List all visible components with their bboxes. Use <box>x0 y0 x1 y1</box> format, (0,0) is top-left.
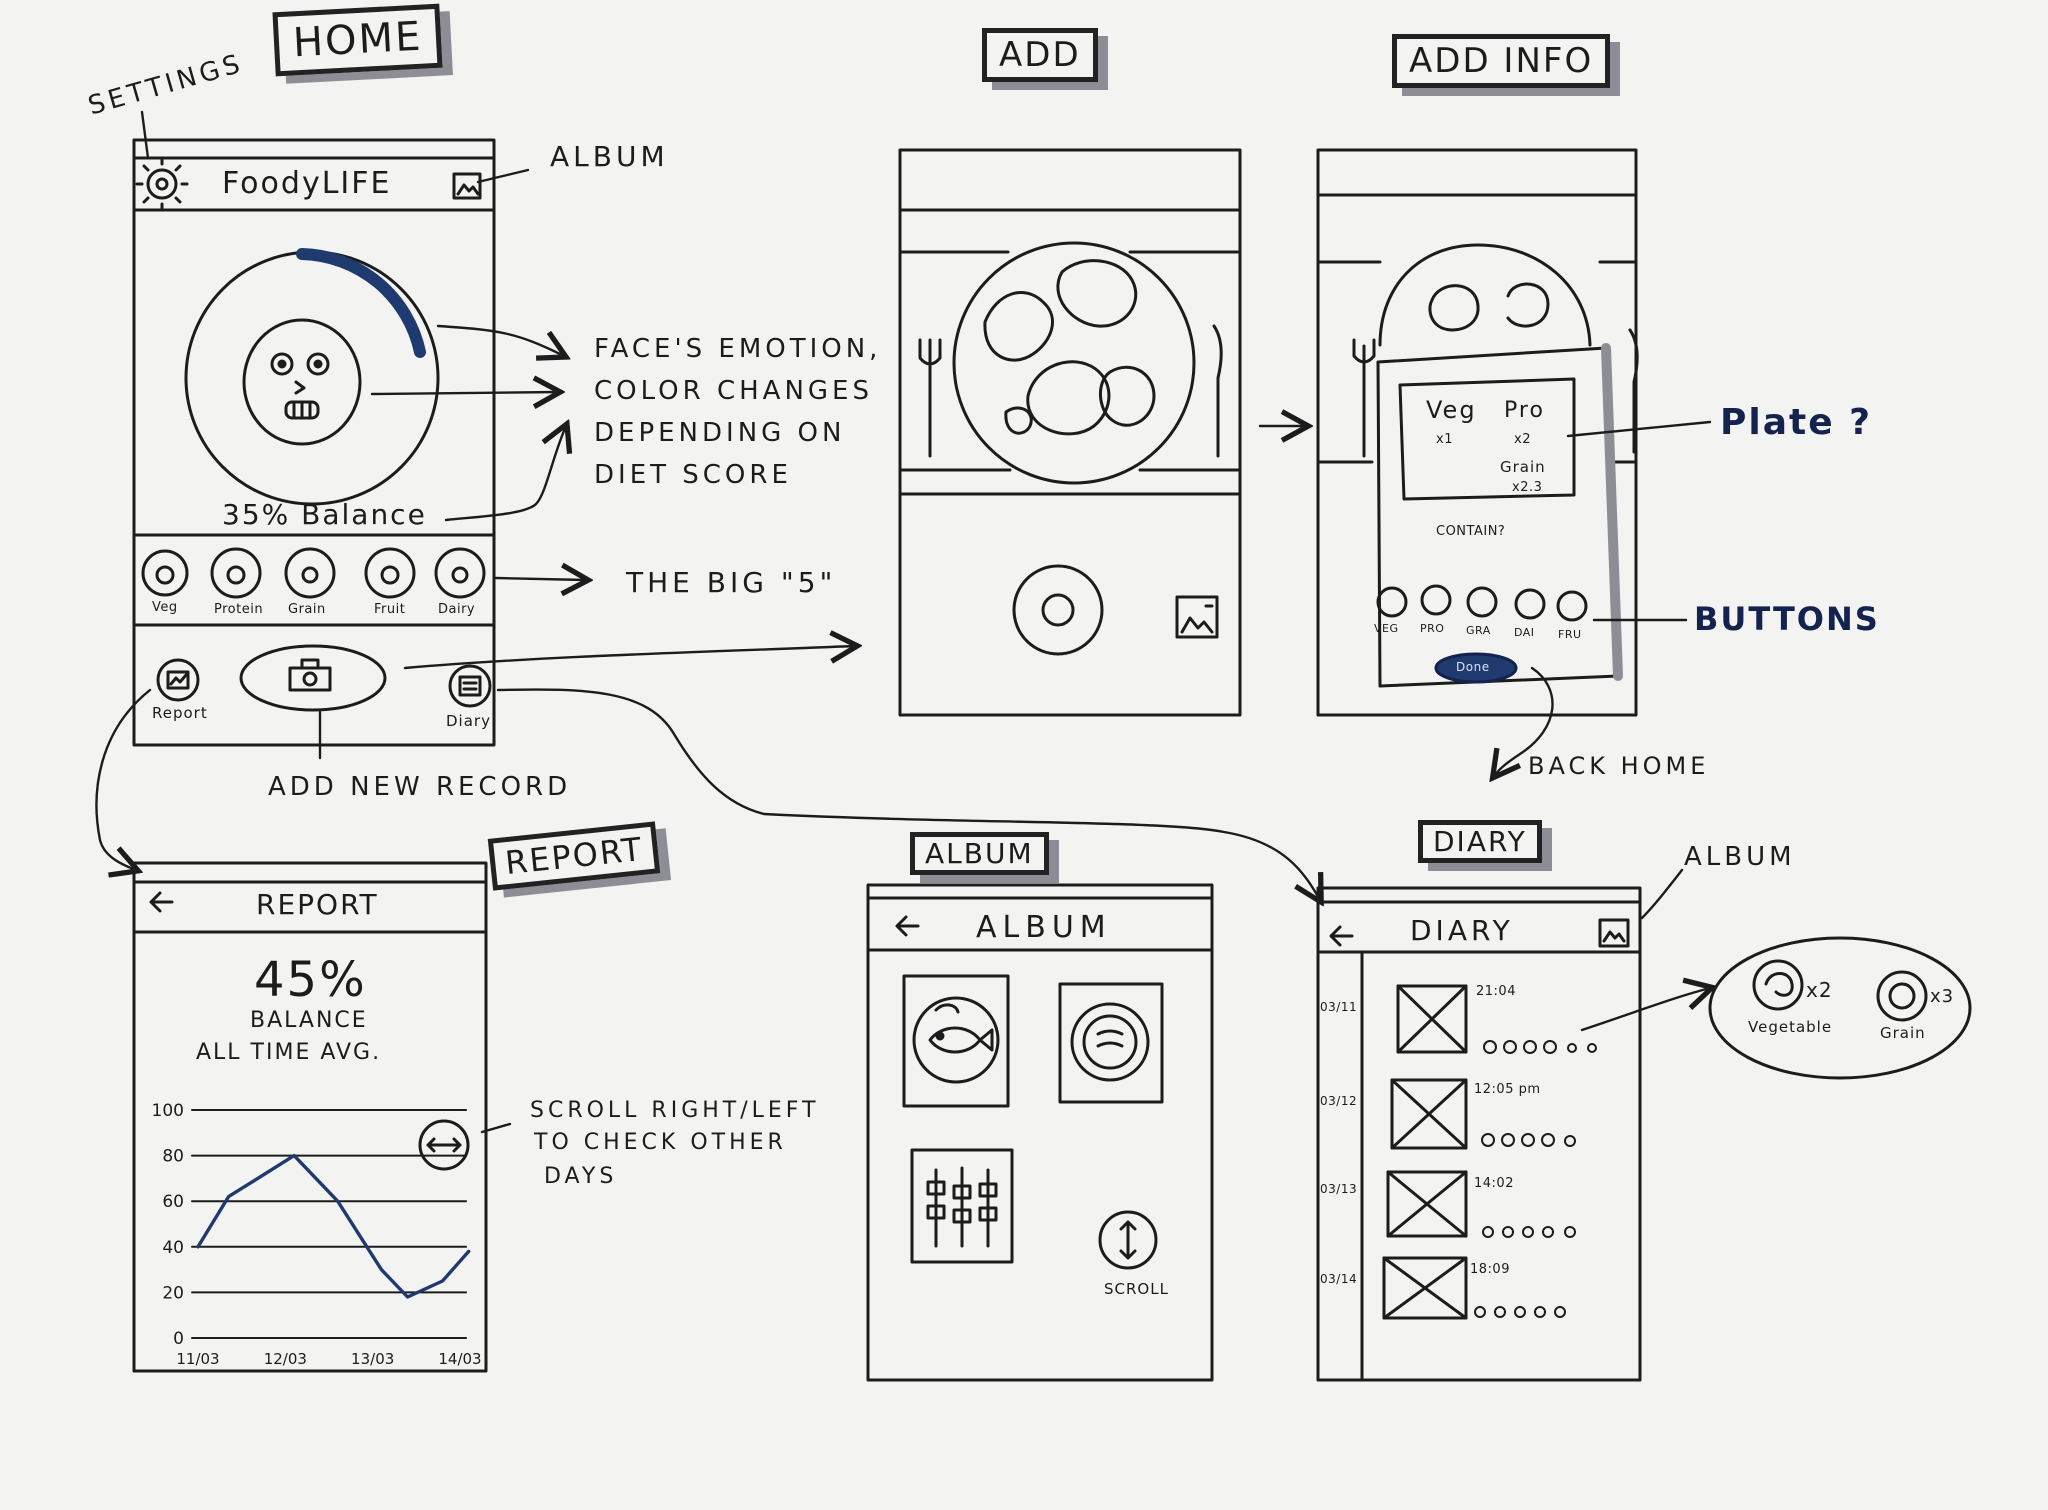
balance-label: 35% Balance <box>222 498 427 531</box>
album-photo-fish[interactable] <box>902 974 1010 1108</box>
food-group-label-veg: Veg <box>152 600 178 615</box>
chart-x-tick-label: 14/03 <box>438 1350 481 1368</box>
chart-series-line <box>196 1153 471 1299</box>
report-percent: 45% <box>254 952 367 1008</box>
add-info-title-tag: ADD INFO <box>1392 34 1611 88</box>
scroll-annotation-line-3: DAYS <box>544 1164 618 1189</box>
home-title-tag: HOME <box>272 3 443 77</box>
popup-contain-label: CONTAIN? <box>1436 524 1506 539</box>
diary-album-icon[interactable] <box>1598 918 1630 948</box>
detail-grain-count: x3 <box>1930 986 1955 1007</box>
chart-y-tick-label: 60 <box>162 1192 184 1212</box>
buttons-annotation: BUTTONS <box>1694 600 1880 638</box>
gallery-icon[interactable] <box>1175 595 1219 639</box>
popup-button-label-fru: FRU <box>1558 628 1582 641</box>
diary-title-tag: DIARY <box>1418 820 1542 863</box>
popup-button-label-pro: PRO <box>1420 622 1445 635</box>
popup-veg-label: Veg <box>1426 396 1477 424</box>
diary-entry-date: 03/13 <box>1320 1182 1358 1196</box>
chart-x-tick-label: 12/03 <box>264 1350 307 1368</box>
face-icon <box>242 318 362 446</box>
report-screen-title: REPORT <box>256 888 379 921</box>
wireframe-drawing: 0 20 40 60 80 100 11/03 12/03 13/03 14/03 <box>95 110 1972 1382</box>
diary-detail-bubble <box>1708 936 1972 1080</box>
diary-screen-title: DIARY <box>1410 914 1514 947</box>
album-annotation: ALBUM <box>550 140 669 173</box>
emotion-annotation-line-3: DEPENDING ON <box>594 418 846 448</box>
diary-entry-time: 12:05 pm <box>1474 1082 1541 1097</box>
app-title: FoodyLIFE <box>222 166 392 201</box>
report-nav-icon[interactable] <box>156 658 200 702</box>
popup-button-label-dai: DAI <box>1514 626 1535 639</box>
emotion-annotation-line-1: FACE'S EMOTION, <box>594 334 882 364</box>
emotion-annotation-line-2: COLOR CHANGES <box>594 376 873 406</box>
chart-y-tick-label: 100 <box>152 1101 184 1121</box>
settings-gear-icon[interactable] <box>135 157 189 211</box>
album-title-tag: ALBUM <box>910 832 1049 875</box>
chart-y-tick-label: 40 <box>162 1238 184 1258</box>
report-balance-label: BALANCE <box>250 1008 368 1033</box>
report-screen-frame <box>132 861 488 1373</box>
diary-entry-time: 21:04 <box>1476 984 1516 999</box>
chart-y-tick-label: 80 <box>162 1147 184 1167</box>
detail-grain-label: Grain <box>1880 1024 1926 1042</box>
chart-y-tick-label: 20 <box>162 1283 184 1303</box>
diary-nav-icon[interactable] <box>448 664 492 708</box>
big-five-annotation: THE BIG "5" <box>626 566 837 599</box>
diary-entry-thumbnails[interactable] <box>1382 984 1468 1320</box>
knife-icon <box>1212 324 1223 458</box>
popup-button-label-gra: GRA <box>1466 624 1491 637</box>
wireframe-sheet: 0 20 40 60 80 100 11/03 12/03 13/03 14/03 <box>0 0 2048 1510</box>
back-home-annotation: BACK HOME <box>1528 752 1710 780</box>
album-screen-frame <box>866 883 1214 1382</box>
report-avg-label: ALL TIME AVG. <box>196 1040 382 1065</box>
info-popup <box>1376 343 1623 688</box>
diary-entry-date: 03/12 <box>1320 1094 1358 1108</box>
fork-icon <box>918 338 942 458</box>
add-record-button[interactable] <box>239 644 387 712</box>
scroll-annotation-line-1: SCROLL RIGHT/LEFT <box>530 1098 820 1123</box>
album-photo-bowl[interactable] <box>1058 982 1164 1104</box>
scroll-updown-icon[interactable] <box>1098 1210 1158 1270</box>
diary-entry-date: 03/14 <box>1320 1272 1358 1286</box>
diary-album-annotation: ALBUM <box>1684 842 1796 872</box>
diary-entry-date: 03/11 <box>1320 1000 1358 1014</box>
done-button-label[interactable]: Done <box>1456 660 1490 674</box>
add-record-annotation: ADD NEW RECORD <box>268 772 572 802</box>
popup-pro-label: Pro <box>1504 398 1545 423</box>
popup-grain-label: Grain <box>1500 458 1546 476</box>
emotion-annotation-line-4: DIET SCORE <box>594 460 792 490</box>
food-group-label-dairy: Dairy <box>438 602 476 617</box>
popup-veg-count: x1 <box>1436 432 1453 447</box>
album-scroll-label: SCROLL <box>1104 1280 1169 1298</box>
chart-x-tick-label: 11/03 <box>176 1350 219 1368</box>
popup-button-label-veg: VEG <box>1374 622 1399 635</box>
food-group-label-grain: Grain <box>288 602 326 617</box>
food-group-buttons[interactable] <box>141 547 486 599</box>
food-group-label-fruit: Fruit <box>374 602 406 617</box>
scroll-arrows-icon[interactable] <box>418 1119 470 1171</box>
food-group-label-protein: Protein <box>214 602 264 617</box>
album-photo-skewers[interactable] <box>910 1148 1014 1264</box>
chart-y-tick-label: 0 <box>173 1329 184 1349</box>
album-icon[interactable] <box>452 172 482 200</box>
shutter-button[interactable] <box>1012 564 1104 656</box>
album-screen-title: ALBUM <box>976 910 1112 945</box>
diary-nav-label[interactable]: Diary <box>446 712 491 730</box>
balance-gauge <box>184 248 440 506</box>
report-nav-label[interactable]: Report <box>152 704 208 722</box>
detail-vegetable-label: Vegetable <box>1748 1018 1833 1036</box>
add-title-tag: ADD <box>982 28 1098 82</box>
plate-drawing <box>952 241 1196 485</box>
chart-x-tick-label: 13/03 <box>351 1350 394 1368</box>
popup-pro-count: x2 <box>1514 432 1531 447</box>
diary-entry-time: 18:09 <box>1470 1262 1510 1277</box>
diary-entry-time: 14:02 <box>1474 1176 1514 1191</box>
detail-vegetable-count: x2 <box>1806 978 1833 1002</box>
popup-grain-count: x2.3 <box>1512 480 1543 495</box>
plate-annotation: Plate ? <box>1720 402 1873 443</box>
scroll-annotation-line-2: TO CHECK OTHER <box>534 1130 787 1155</box>
